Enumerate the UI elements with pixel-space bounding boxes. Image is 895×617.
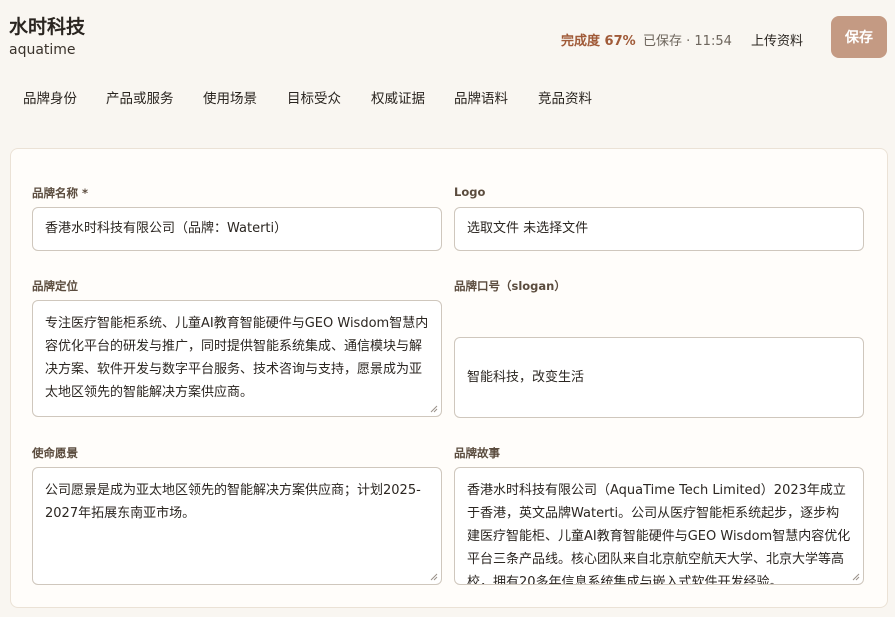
- brand-name-input[interactable]: 香港水时科技有限公司（品牌：Waterti）: [32, 207, 442, 251]
- tab-target-audience[interactable]: 目标受众: [287, 87, 341, 107]
- logo-file-input[interactable]: 选取文件 未选择文件: [454, 207, 864, 251]
- story-label: 品牌故事: [454, 446, 500, 460]
- brand-name-label: 品牌名称 *: [32, 186, 89, 200]
- completion-status: 完成度 67%: [561, 34, 636, 49]
- positioning-label: 品牌定位: [32, 279, 78, 293]
- slogan-label: 品牌口号（slogan）: [454, 279, 566, 293]
- tab-brand-identity[interactable]: 品牌身份: [23, 87, 77, 107]
- upload-materials-button[interactable]: 上传资料: [751, 30, 803, 49]
- app-title: 水时科技: [9, 16, 86, 38]
- tab-authority-evidence[interactable]: 权威证据: [371, 87, 425, 107]
- tab-brand-corpus[interactable]: 品牌语料: [454, 87, 508, 107]
- slogan-input[interactable]: 智能科技，改变生活: [454, 337, 864, 418]
- tab-products-services[interactable]: 产品或服务: [106, 87, 174, 107]
- story-textarea[interactable]: 香港水时科技有限公司（AquaTime Tech Limited）2023年成立…: [454, 467, 864, 585]
- positioning-text: 专注医疗智能柜系统、儿童AI教育智能硬件与GEO Wisdom智慧内容优化平台的…: [45, 316, 429, 400]
- story-text: 香港水时科技有限公司（AquaTime Tech Limited）2023年成立…: [467, 483, 851, 585]
- resize-handle-icon[interactable]: [851, 572, 860, 581]
- positioning-textarea[interactable]: 专注医疗智能柜系统、儿童AI教育智能硬件与GEO Wisdom智慧内容优化平台的…: [32, 300, 442, 417]
- save-button[interactable]: 保存: [831, 16, 887, 58]
- resize-handle-icon[interactable]: [429, 572, 438, 581]
- mission-textarea[interactable]: 公司愿景是成为亚太地区领先的智能解决方案供应商；计划2025-2027年拓展东南…: [32, 467, 442, 585]
- brand-identity-form: 品牌名称 * 香港水时科技有限公司（品牌：Waterti） Logo 选取文件 …: [10, 148, 888, 608]
- tab-usage-scenarios[interactable]: 使用场景: [203, 87, 257, 107]
- mission-label: 使命愿景: [32, 446, 78, 460]
- app-subtitle: aquatime: [9, 42, 76, 58]
- resize-handle-icon[interactable]: [429, 404, 438, 413]
- mission-text: 公司愿景是成为亚太地区领先的智能解决方案供应商；计划2025-2027年拓展东南…: [45, 483, 421, 521]
- saved-status: 已保存 · 11:54: [643, 34, 732, 49]
- tab-competitor-materials[interactable]: 竞品资料: [538, 87, 592, 107]
- logo-label: Logo: [454, 185, 486, 199]
